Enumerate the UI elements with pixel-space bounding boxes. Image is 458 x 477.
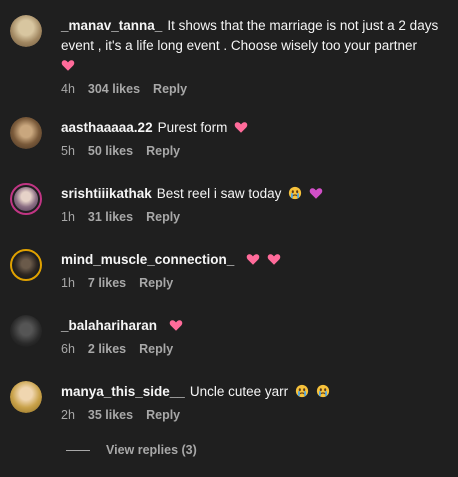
comment-likes[interactable]: 304 likes [88,82,140,96]
reply-button[interactable]: Reply [146,144,180,158]
pink-heart-icon [61,60,75,71]
comment-time: 1h [61,276,75,290]
comment-username[interactable]: aasthaaaaa.22 [61,120,153,135]
comment-text: Purest form [157,120,228,135]
comment-time: 5h [61,144,75,158]
comment-username[interactable]: srishtiiikathak [61,186,152,201]
reply-button[interactable]: Reply [153,82,187,96]
comment-text: Best reel i saw today [156,186,282,201]
avatar[interactable] [10,183,42,215]
comment-text: Uncle cutee yarr [189,384,289,399]
view-replies-button[interactable]: View replies (3) [66,443,197,457]
view-replies-label: View replies (3) [106,443,197,457]
comment-likes[interactable]: 7 likes [88,276,126,290]
comment-likes[interactable]: 35 likes [88,408,133,422]
pink-heart-icon [169,320,183,331]
crying-face-icon [295,384,309,398]
comment-username[interactable]: manya_this_side__ [61,384,185,399]
pink-heart-icon [246,254,260,265]
reply-button[interactable]: Reply [139,342,173,356]
reply-button[interactable]: Reply [146,408,180,422]
avatar[interactable] [10,381,42,413]
comment-likes[interactable]: 31 likes [88,210,133,224]
comment-time: 2h [61,408,75,422]
comment-username[interactable]: _manav_tanna_ [61,18,162,33]
comment-likes[interactable]: 50 likes [88,144,133,158]
comment-username[interactable]: _balahariharan [61,318,157,333]
comment-time: 4h [61,82,75,96]
pink-heart-icon [234,122,248,133]
pink-heart-icon [267,254,281,265]
comment-likes[interactable]: 2 likes [88,342,126,356]
reply-button[interactable]: Reply [146,210,180,224]
comments-list: _manav_tanna_ It shows that the marriage … [0,0,458,477]
crying-face-icon [316,384,329,398]
comment-time: 1h [61,210,75,224]
avatar[interactable] [10,315,42,347]
comment-username[interactable]: mind_muscle_connection_ [61,252,234,267]
purple-heart-icon [309,188,323,199]
comment-time: 6h [61,342,75,356]
crying-face-icon [289,186,302,200]
divider-line [66,450,90,452]
avatar[interactable] [10,249,42,281]
reply-button[interactable]: Reply [139,276,173,290]
avatar[interactable] [10,15,42,47]
avatar[interactable] [10,117,42,149]
